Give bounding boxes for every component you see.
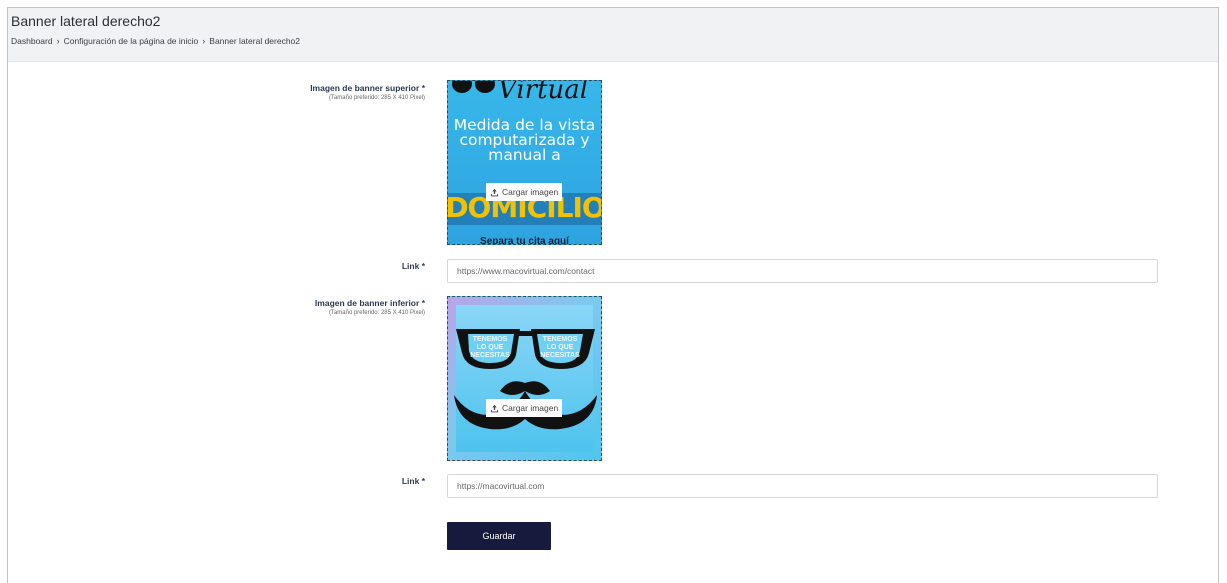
bottom-link-label: Link * — [401, 476, 425, 486]
banner-message: Medida de la vista computarizada y manua… — [453, 116, 596, 164]
upload-icon — [490, 404, 499, 412]
banner-footer-text: Separa tu cita aquí — [480, 236, 569, 245]
bottom-banner-upload-button[interactable]: Cargar imagen — [486, 399, 563, 417]
bottom-banner-size-hint: (Tamaño preferido: 285 X 410 Pixel) — [328, 310, 425, 316]
breadcrumb-current: Banner lateral derecho2 — [209, 36, 301, 46]
top-link-input[interactable] — [447, 259, 1158, 283]
sunglasses-graphic — [452, 81, 495, 93]
page-header: Banner lateral derecho2 Dashboard › Conf… — [8, 8, 1218, 62]
page-title: Banner lateral derecho2 — [11, 13, 161, 29]
brand-text: Virtual — [498, 80, 589, 105]
top-banner-label: Imagen de banner superior * (Tamaño pref… — [310, 83, 425, 101]
left-lens-text: TENEMOS LO QUE NECESITAS — [470, 336, 510, 359]
upload-icon — [490, 188, 499, 196]
right-lens-text: TENEMOS LO QUE NECESITAS — [540, 336, 580, 359]
breadcrumb-dashboard[interactable]: Dashboard — [11, 36, 53, 46]
bottom-banner-image[interactable]: TENEMOS LO QUE NECESITAS TENEMOS LO QUE … — [447, 296, 602, 461]
top-banner-image[interactable]: Virtual Medida de la vista computarizada… — [447, 80, 602, 245]
chevron-right-icon: › — [56, 36, 60, 46]
top-banner-size-hint: (Tamaño preferido: 285 X 410 Pixel) — [328, 95, 425, 101]
breadcrumb: Dashboard › Configuración de la página d… — [11, 36, 1218, 46]
breadcrumb-homepage-settings[interactable]: Configuración de la página de inicio — [64, 36, 199, 46]
bottom-link-input[interactable] — [447, 474, 1158, 498]
save-button[interactable]: Guardar — [447, 522, 551, 550]
chevron-right-icon: › — [202, 36, 206, 46]
top-link-label: Link * — [401, 261, 425, 271]
top-banner-upload-button[interactable]: Cargar imagen — [486, 183, 563, 201]
bottom-banner-label: Imagen de banner inferior * (Tamaño pref… — [314, 298, 425, 316]
page-frame: Banner lateral derecho2 Dashboard › Conf… — [7, 7, 1219, 583]
